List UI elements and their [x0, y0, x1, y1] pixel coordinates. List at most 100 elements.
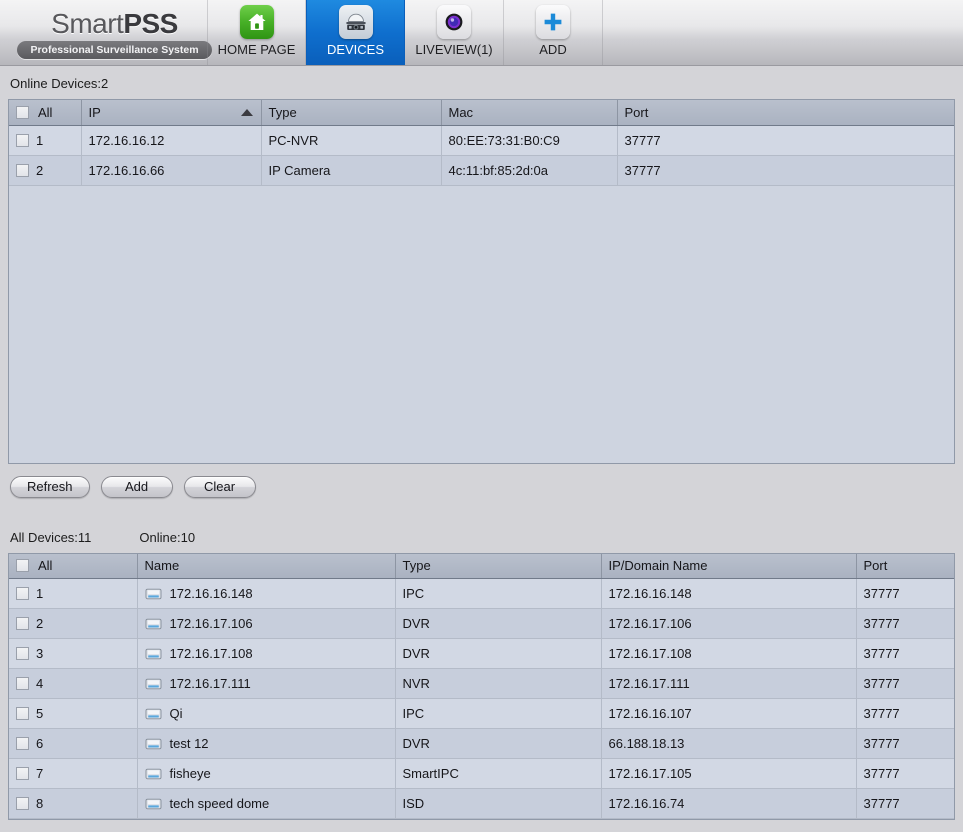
online-select-all-checkbox[interactable]	[16, 105, 29, 119]
all-row-select-cell[interactable]: 3	[9, 638, 138, 669]
all-row-name: test 12	[137, 728, 396, 759]
online-column-type[interactable]: Type	[261, 100, 442, 126]
all-row-select-cell[interactable]: 6	[9, 728, 138, 759]
all-row-select-cell[interactable]: 2	[9, 608, 138, 639]
all-row-name: 172.16.17.106	[137, 608, 396, 639]
tab-add[interactable]: ADD	[504, 0, 603, 65]
all-devices-total: All Devices:11	[10, 529, 92, 545]
table-row[interactable]: 8 tech speed dome ISD 172.16.16.74 37777	[9, 788, 954, 819]
row-checkbox[interactable]	[16, 767, 29, 780]
row-checkbox[interactable]	[16, 677, 29, 690]
tab-liveview[interactable]: LIVEVIEW(1)	[405, 0, 504, 65]
all-row-select-cell[interactable]: 7	[9, 758, 138, 789]
table-row[interactable]: 1 172.16.16.12 PC-NVR 80:EE:73:31:B0:C9 …	[9, 125, 954, 156]
online-row-type: PC-NVR	[261, 125, 442, 156]
add-button[interactable]: Add	[100, 475, 173, 498]
clear-button[interactable]: Clear	[183, 475, 256, 498]
device-box-icon	[145, 767, 162, 781]
all-row-port: 37777	[856, 788, 954, 819]
all-row-ip: 66.188.18.13	[601, 728, 857, 759]
all-row-port: 37777	[856, 728, 954, 759]
online-devices-table: All IP Type Mac Port 1 172.16.16.12 PC-N…	[9, 100, 954, 186]
row-checkbox[interactable]	[16, 647, 29, 660]
all-column-ip-domain[interactable]: IP/Domain Name	[601, 553, 857, 579]
online-row-mac: 4c:11:bf:85:2d:0a	[441, 155, 618, 186]
home-icon	[239, 5, 274, 39]
all-row-type: DVR	[395, 608, 602, 639]
online-row-select-cell[interactable]: 1	[9, 125, 82, 156]
all-row-port: 37777	[856, 578, 954, 609]
row-checkbox[interactable]	[16, 163, 29, 177]
row-index: 6	[36, 736, 44, 751]
all-row-name-label: 172.16.17.106	[169, 616, 253, 631]
tab-home-page[interactable]: HOME PAGE	[207, 0, 306, 65]
all-select-all-header[interactable]: All	[9, 553, 138, 579]
all-row-select-cell[interactable]: 8	[9, 788, 138, 819]
main-navigation: HOME PAGE DEVICES LIVEVIEW(1) ADD	[207, 0, 603, 65]
header-empty-area	[603, 0, 963, 65]
tab-home-page-label: HOME PAGE	[217, 42, 296, 57]
all-row-select-cell[interactable]: 4	[9, 668, 138, 699]
refresh-button[interactable]: Refresh	[10, 475, 90, 498]
online-devices-grid: All IP Type Mac Port 1 172.16.16.12 PC-N…	[8, 99, 955, 464]
row-index: 3	[36, 646, 44, 661]
all-row-port: 37777	[856, 698, 954, 729]
all-row-type: DVR	[395, 728, 602, 759]
all-column-name[interactable]: Name	[137, 553, 396, 579]
all-row-port: 37777	[856, 758, 954, 789]
all-devices-body: 1 172.16.16.148 IPC 172.16.16.148 37777 2 172.…	[9, 578, 954, 819]
all-row-name-label: 172.16.17.108	[169, 646, 253, 661]
online-row-select-cell[interactable]: 2	[9, 155, 82, 186]
sort-ascending-icon	[240, 109, 253, 117]
all-column-type[interactable]: Type	[395, 553, 602, 579]
all-row-select-cell[interactable]: 1	[9, 578, 138, 609]
all-devices-online: Online:10	[139, 529, 196, 545]
row-index: 1	[36, 586, 44, 601]
all-column-port[interactable]: Port	[856, 553, 954, 579]
all-row-name-label: fisheye	[169, 766, 211, 781]
table-row[interactable]: 2 172.16.16.66 IP Camera 4c:11:bf:85:2d:…	[9, 155, 954, 186]
online-table-body: 1 172.16.16.12 PC-NVR 80:EE:73:31:B0:C9 …	[9, 125, 954, 186]
table-row[interactable]: 6 test 12 DVR 66.188.18.13 37777	[9, 728, 954, 759]
all-devices-table: All Name Type IP/Domain Name Port 1 172.1…	[9, 553, 954, 819]
row-index: 7	[36, 766, 44, 781]
row-checkbox[interactable]	[16, 797, 29, 810]
row-checkbox[interactable]	[16, 737, 29, 750]
row-checkbox[interactable]	[16, 133, 29, 147]
table-row[interactable]: 1 172.16.16.148 IPC 172.16.16.148 37777	[9, 578, 954, 609]
row-index: 4	[36, 676, 44, 691]
app-header: SmartPSS Professional Surveillance Syste…	[0, 0, 963, 66]
device-box-icon	[145, 677, 162, 691]
all-devices-status: All Devices:11 Online:10	[8, 520, 955, 553]
row-checkbox[interactable]	[16, 587, 29, 600]
all-row-ip: 172.16.16.107	[601, 698, 857, 729]
row-checkbox[interactable]	[16, 617, 29, 630]
row-checkbox[interactable]	[16, 707, 29, 720]
table-row[interactable]: 5 Qi IPC 172.16.16.107 37777	[9, 698, 954, 729]
online-column-ip-label: IP	[88, 104, 101, 120]
all-select-all-checkbox[interactable]	[16, 559, 29, 573]
all-row-select-cell[interactable]: 5	[9, 698, 138, 729]
logo-text-bold: PSS	[123, 8, 178, 40]
table-row[interactable]: 2 172.16.17.106 DVR 172.16.17.106 37777	[9, 608, 954, 639]
all-row-name: Qi	[137, 698, 396, 729]
table-row[interactable]: 7 fisheye SmartIPC 172.16.17.105 37777	[9, 758, 954, 789]
table-row[interactable]: 4 172.16.17.111 NVR 172.16.17.111 37777	[9, 668, 954, 699]
online-select-all-header[interactable]: All	[9, 100, 82, 126]
row-index: 1	[36, 132, 44, 148]
online-column-mac[interactable]: Mac	[441, 100, 618, 126]
all-row-ip: 172.16.16.148	[601, 578, 857, 609]
tab-devices[interactable]: DEVICES	[306, 0, 405, 65]
table-row[interactable]: 3 172.16.17.108 DVR 172.16.17.108 37777	[9, 638, 954, 669]
all-row-type: IPC	[395, 578, 602, 609]
device-box-icon	[145, 797, 162, 811]
device-box-icon	[145, 737, 162, 751]
device-box-icon	[145, 617, 162, 631]
dome-camera-icon	[338, 5, 373, 39]
tab-devices-label: DEVICES	[326, 42, 385, 57]
online-column-ip[interactable]: IP	[81, 100, 262, 126]
online-devices-actions: Refresh Add Clear	[8, 464, 955, 498]
device-box-icon	[145, 647, 162, 661]
online-column-port[interactable]: Port	[617, 100, 954, 126]
